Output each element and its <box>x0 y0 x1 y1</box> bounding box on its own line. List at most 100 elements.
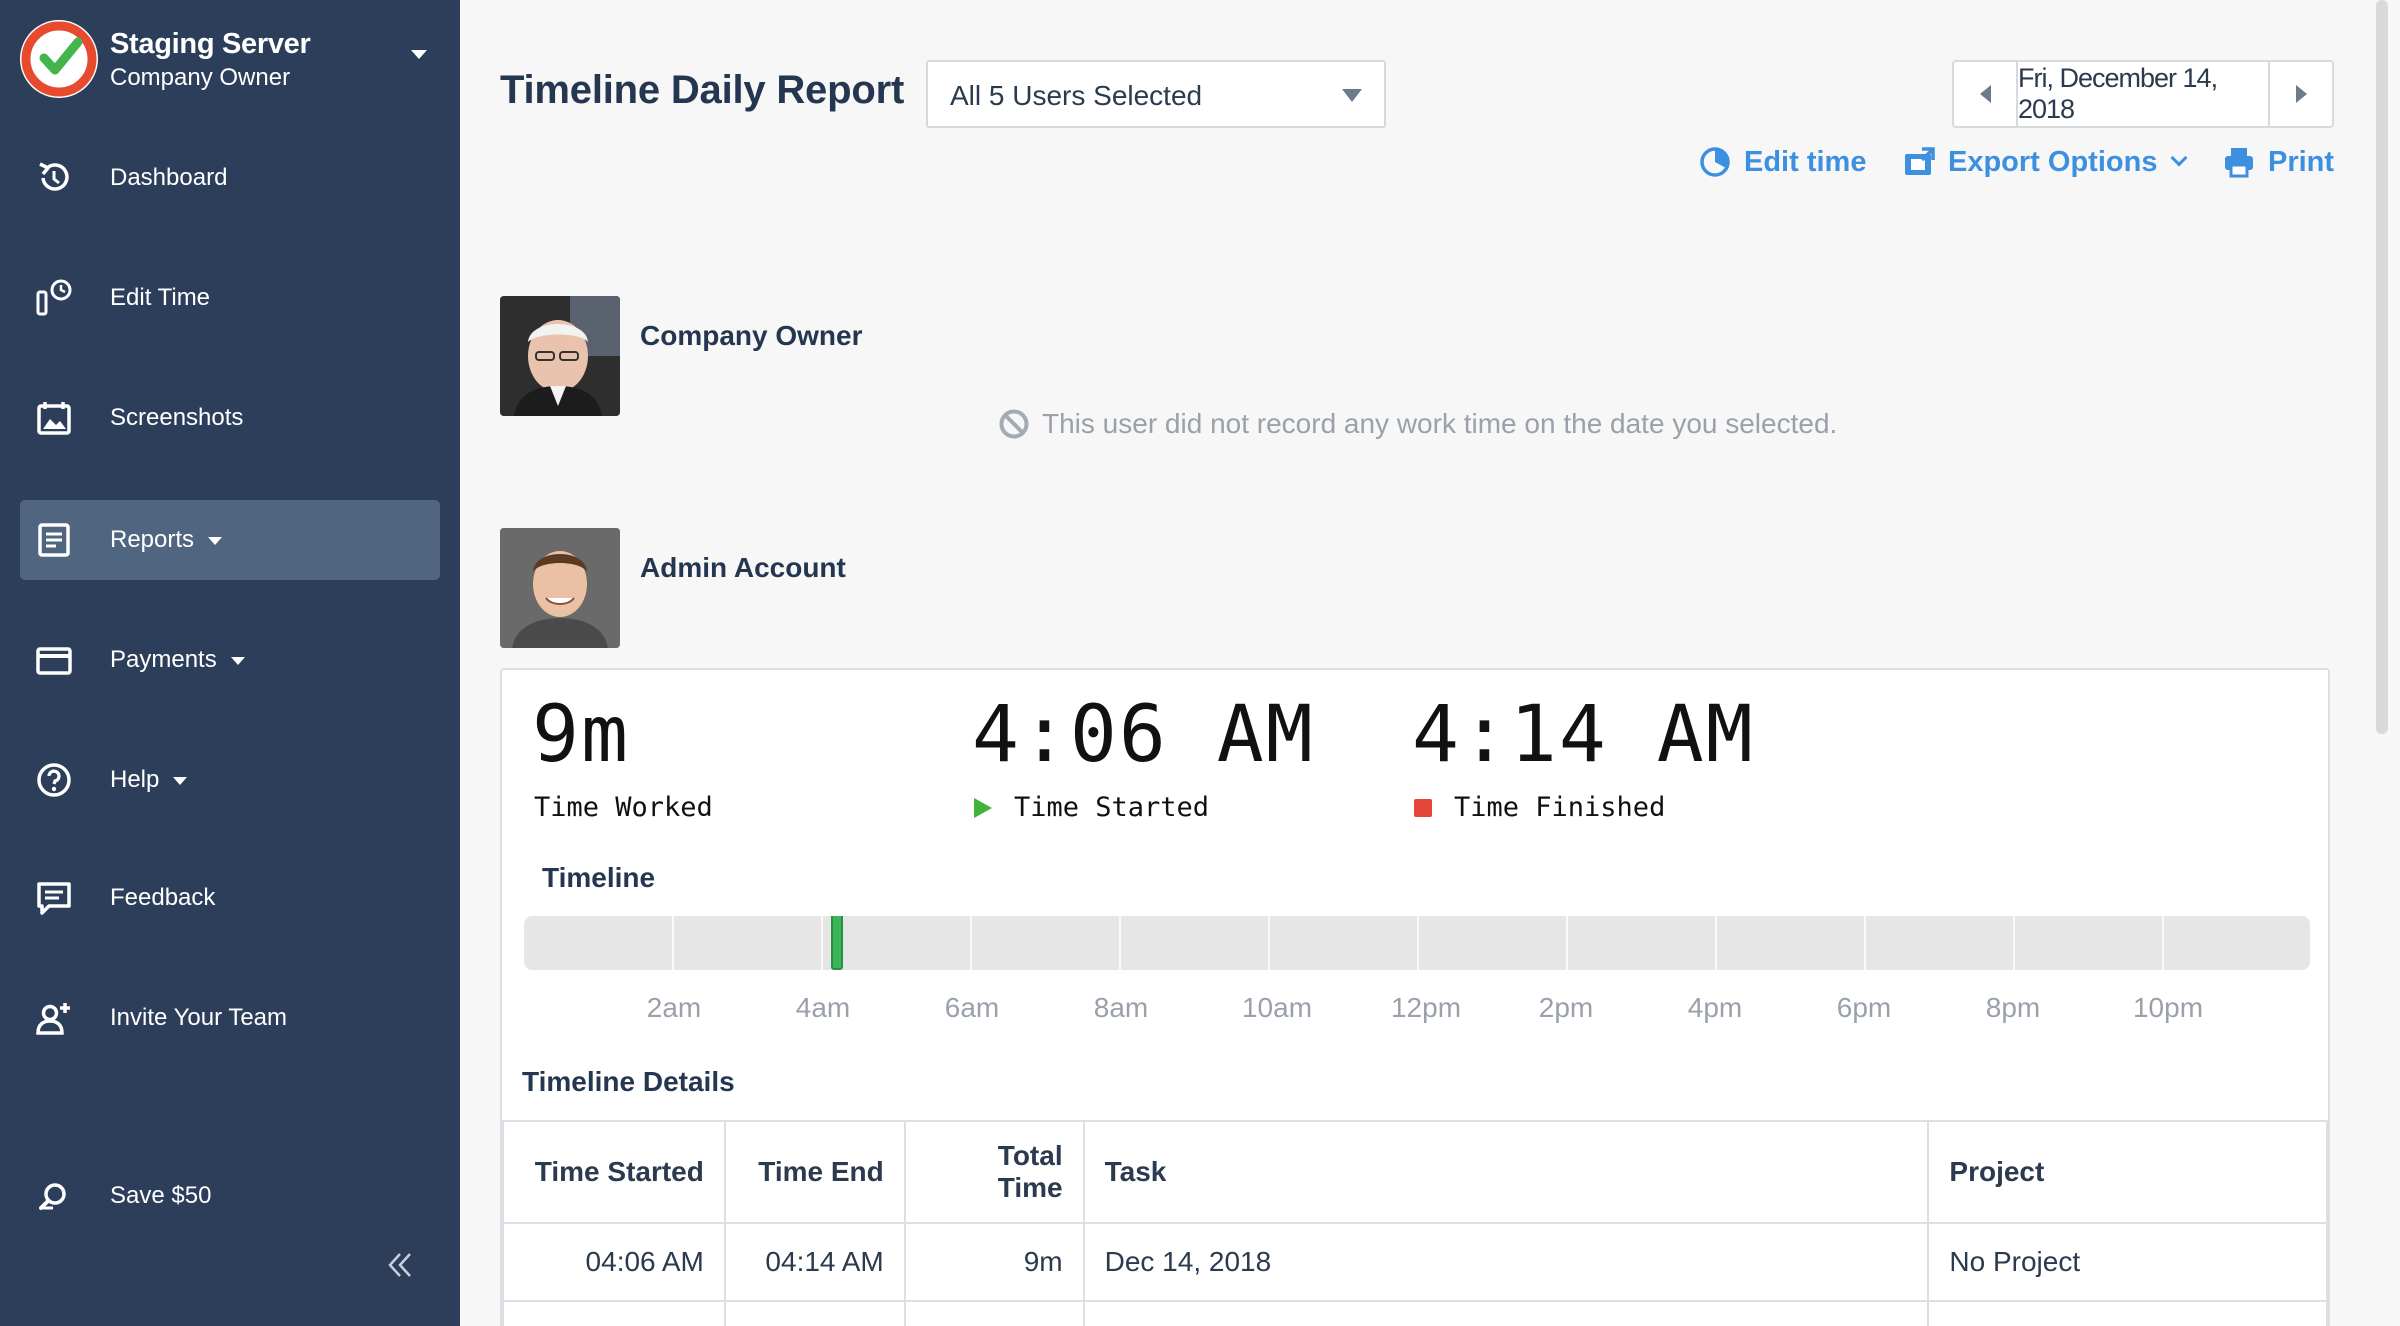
collapse-sidebar-icon[interactable] <box>380 1245 420 1285</box>
sidebar-item-help[interactable]: Help <box>20 740 440 820</box>
export-options-button[interactable]: Export Options <box>1902 142 2188 182</box>
sidebar-item-save-50[interactable]: Save $50 <box>20 1156 440 1236</box>
arrow-left-icon <box>1979 85 1991 103</box>
table-row[interactable] <box>502 1300 2328 1326</box>
table-row[interactable]: 04:06 AM 04:14 AM 9m Dec 14, 2018 No Pro… <box>502 1222 2328 1302</box>
timeline-tick: 2pm <box>1538 992 1594 1023</box>
timeline-divider <box>1715 916 1717 970</box>
user-role: Company Owner <box>110 64 291 91</box>
date-picker: Fri, December 14, 2018 <box>1952 60 2334 128</box>
print-button[interactable]: Print <box>2222 142 2334 182</box>
reports-label: Reports <box>110 526 195 553</box>
next-day-button[interactable] <box>2268 60 2334 128</box>
app-logo-icon <box>18 18 100 100</box>
help-label: Help <box>110 766 160 793</box>
play-icon <box>974 797 992 818</box>
sidebar-item-label: Invite Your Team <box>110 1004 288 1031</box>
time-finished-text: Time Finished <box>1454 792 1666 823</box>
export-icon <box>1902 145 1936 179</box>
sidebar-item-payments[interactable]: Payments <box>20 620 440 700</box>
timeline-divider <box>1417 916 1419 970</box>
column-header-time-started[interactable]: Time Started <box>502 1120 726 1224</box>
cell-empty <box>723 1300 906 1326</box>
add-user-icon <box>34 998 74 1038</box>
stop-icon <box>1414 798 1432 817</box>
cell-task: Dec 14, 2018 <box>1082 1222 1930 1302</box>
payments-label: Payments <box>110 646 217 673</box>
timeline-divider <box>1268 916 1270 970</box>
time-finished-label: Time Finished <box>1414 792 1665 823</box>
sidebar-item-dashboard[interactable]: Dashboard <box>20 138 440 218</box>
user-name: Admin Account <box>640 552 846 583</box>
caret-down-icon <box>1342 89 1362 102</box>
cell-empty <box>1082 1300 1930 1326</box>
timeline-work-segment[interactable] <box>831 916 843 970</box>
help-icon <box>34 760 74 800</box>
timeline-tick: 12pm <box>1390 992 1462 1023</box>
payments-icon <box>34 640 74 680</box>
sidebar-item-label: Help <box>110 766 188 794</box>
sidebar-item-edit-time[interactable]: Edit Time <box>20 258 440 338</box>
sidebar-item-invite-team[interactable]: Invite Your Team <box>20 978 440 1058</box>
timeline-tick: 2am <box>646 992 702 1023</box>
timeline-divider <box>1566 916 1568 970</box>
table-header-row: Time Started Time End Total Time Task Pr… <box>502 1120 2328 1224</box>
sidebar-item-label: Dashboard <box>110 164 228 191</box>
clock-icon <box>1698 145 1732 179</box>
sidebar-item-label: Edit Time <box>110 284 211 311</box>
avatar <box>500 528 620 648</box>
sidebar-item-label: Feedback <box>110 884 216 911</box>
page-title: Timeline Daily Report <box>500 68 905 112</box>
dashboard-icon <box>34 158 74 198</box>
caret-down-icon <box>230 656 245 665</box>
caret-down-icon[interactable] <box>404 40 434 70</box>
cell-time-started: 04:06 AM <box>502 1222 726 1302</box>
cell-project: No Project <box>1927 1222 2328 1302</box>
timeline-details-title: Timeline Details <box>522 1066 735 1097</box>
sidebar-item-screenshots[interactable]: Screenshots <box>20 378 440 458</box>
timeline-title: Timeline <box>542 862 656 893</box>
workspace-name: Staging Server <box>110 28 311 60</box>
time-started-label: Time Started <box>974 792 1209 823</box>
arrow-right-icon <box>2295 85 2307 103</box>
printer-icon <box>2222 145 2256 179</box>
timeline-tick: 8pm <box>1985 992 2041 1023</box>
sidebar-item-feedback[interactable]: Feedback <box>20 858 440 938</box>
page-scrollbar[interactable] <box>2376 0 2388 734</box>
time-worked-label: Time Worked <box>534 792 713 823</box>
print-label: Print <box>2268 145 2335 178</box>
ban-icon <box>998 408 1030 440</box>
timeline-tick: 8am <box>1093 992 1149 1023</box>
search-icon <box>34 1176 74 1216</box>
caret-down-icon <box>208 536 223 545</box>
user-name: Company Owner <box>640 320 863 351</box>
user-select-dropdown[interactable]: All 5 Users Selected <box>926 60 1386 128</box>
no-work-message: This user did not record any work time o… <box>998 408 1837 440</box>
timeline-tick: 4pm <box>1687 992 1743 1023</box>
sidebar-item-label: Save $50 <box>110 1182 212 1209</box>
no-work-text: This user did not record any work time o… <box>1042 408 1838 439</box>
previous-day-button[interactable] <box>1952 60 2018 128</box>
export-options-label: Export Options <box>1948 145 2158 178</box>
cell-empty <box>1927 1300 2328 1326</box>
cell-empty <box>502 1300 726 1326</box>
column-header-project[interactable]: Project <box>1927 1120 2328 1224</box>
sidebar-item-label: Payments <box>110 646 245 674</box>
column-header-time-end[interactable]: Time End <box>723 1120 906 1224</box>
column-header-total-time[interactable]: Total Time <box>903 1120 1085 1224</box>
time-worked-value: 9m <box>532 690 630 780</box>
sidebar-item-reports[interactable]: Reports <box>20 500 440 580</box>
timeline-details-table: Time Started Time End Total Time Task Pr… <box>502 1120 2328 1326</box>
edit-time-button[interactable]: Edit time <box>1698 142 1866 182</box>
avatar <box>500 296 620 416</box>
selected-date[interactable]: Fri, December 14, 2018 <box>2018 60 2268 128</box>
timeline-tick: 6am <box>944 992 1000 1023</box>
column-header-task[interactable]: Task <box>1082 1120 1930 1224</box>
caret-down-icon <box>173 776 188 785</box>
brand-switcher[interactable]: Staging Server Company Owner <box>18 18 438 102</box>
timeline-tick: 4am <box>795 992 851 1023</box>
time-finished-value: 4:14 AM <box>1412 690 1755 780</box>
timeline-bar[interactable] <box>524 916 2310 970</box>
timeline-tick: 6pm <box>1836 992 1892 1023</box>
cell-empty <box>903 1300 1085 1326</box>
